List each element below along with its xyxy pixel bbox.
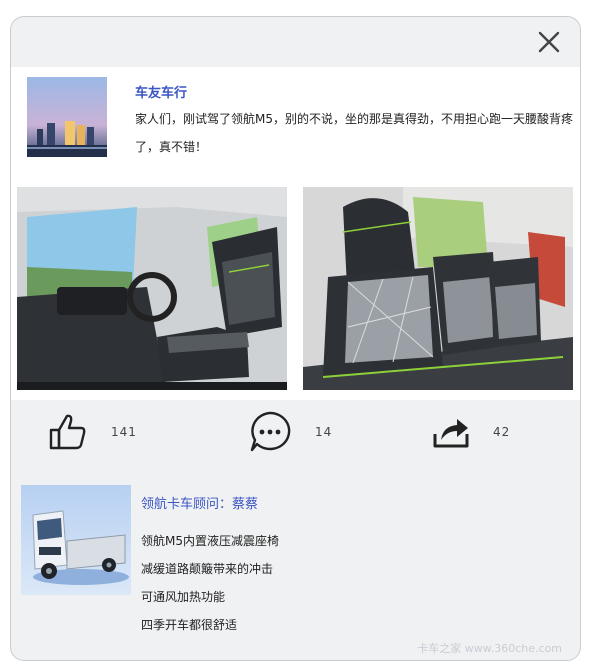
reply-line: 可通风加热功能 [141, 590, 226, 604]
reply-line: 领航M5内置液压减震座椅 [141, 534, 279, 548]
reply-line: 四季开车都很舒适 [141, 618, 238, 632]
close-icon [538, 31, 560, 53]
post-author-name[interactable]: 车友车行 [135, 82, 187, 101]
reply-section: 领航卡车顾问：蔡蔡 领航M5内置液压减震座椅 减缓道路颠簸带来的冲击 可通风加热… [11, 483, 580, 653]
post-card: 车友车行 家人们，刚试驾了领航M5，别的不说，坐的那是真得劲，不用担心跑一天腰酸… [10, 16, 581, 661]
thumbs-up-icon [49, 414, 86, 450]
reply-line: 减缓道路颠簸带来的冲击 [141, 562, 274, 576]
like-count: 141 [111, 425, 137, 439]
close-button[interactable] [536, 29, 562, 55]
comment-count: 14 [315, 425, 333, 439]
watermark: 卡车之家 www.360che.com [417, 642, 562, 655]
reply-author-name[interactable]: 领航卡车顾问：蔡蔡 [141, 493, 258, 512]
reply-text: 领航M5内置液压减震座椅 减缓道路颠簸带来的冲击 可通风加热功能 四季开车都很舒… [141, 527, 279, 639]
post-text: 家人们，刚试驾了领航M5，别的不说，坐的那是真得劲，不用担心跑一天腰酸背疼了，真… [135, 112, 573, 154]
share-count: 42 [493, 425, 511, 439]
cabin-photo-left[interactable] [17, 187, 287, 390]
cabin-photo-right[interactable] [303, 187, 573, 390]
share-icon [433, 419, 469, 448]
comment-button[interactable]: 14 [247, 407, 332, 457]
share-button[interactable]: 42 [431, 407, 510, 457]
post-actions: 141 14 42 [11, 407, 580, 457]
comment-icon [250, 411, 291, 452]
like-button[interactable]: 141 [45, 407, 137, 457]
post-content: 车友车行 家人们，刚试驾了领航M5，别的不说，坐的那是真得劲，不用担心跑一天腰酸… [11, 67, 580, 400]
reply-avatar[interactable] [21, 485, 131, 595]
author-avatar[interactable] [27, 77, 107, 157]
